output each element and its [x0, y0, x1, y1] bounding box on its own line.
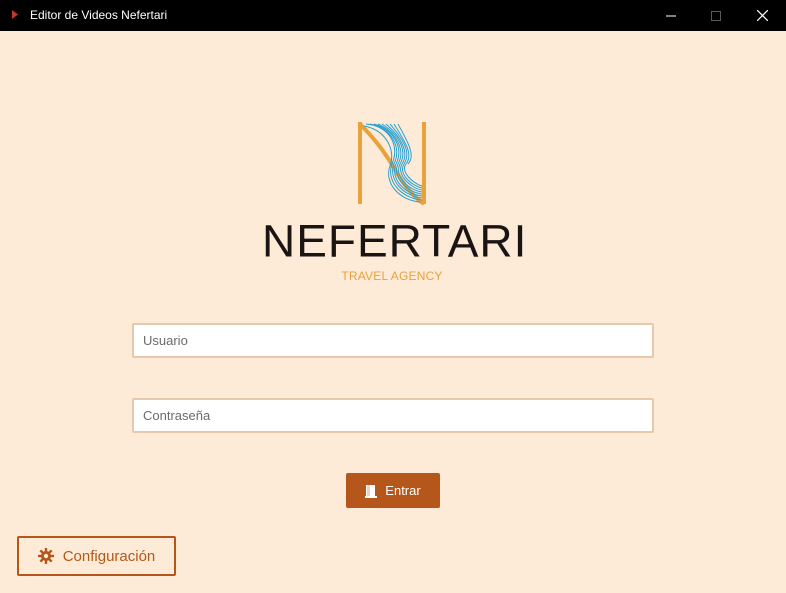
- brand-tagline: TRAVEL AGENCY: [341, 269, 443, 283]
- settings-button[interactable]: Configuración: [17, 536, 176, 576]
- app-icon: [12, 10, 18, 19]
- password-input[interactable]: [132, 398, 654, 433]
- title-bar[interactable]: Editor de Videos Nefertari: [0, 0, 786, 31]
- close-icon: [756, 10, 768, 21]
- login-button-label: Entrar: [385, 483, 421, 498]
- settings-button-label: Configuración: [62, 547, 156, 565]
- maximize-button[interactable]: [693, 0, 739, 31]
- minimize-button[interactable]: [648, 0, 694, 31]
- close-button[interactable]: [739, 0, 785, 31]
- minimize-icon: [666, 15, 676, 16]
- window-title: Editor de Videos Nefertari: [30, 8, 168, 22]
- brand-name: NEFERTARI: [262, 215, 528, 267]
- login-window: [0, 31, 786, 593]
- login-button[interactable]: Entrar: [346, 473, 440, 508]
- maximize-icon: [711, 10, 721, 21]
- username-input[interactable]: [132, 323, 654, 358]
- nefertari-logo-icon: [358, 122, 426, 206]
- gear-icon: [37, 548, 54, 564]
- door-icon: [365, 484, 378, 498]
